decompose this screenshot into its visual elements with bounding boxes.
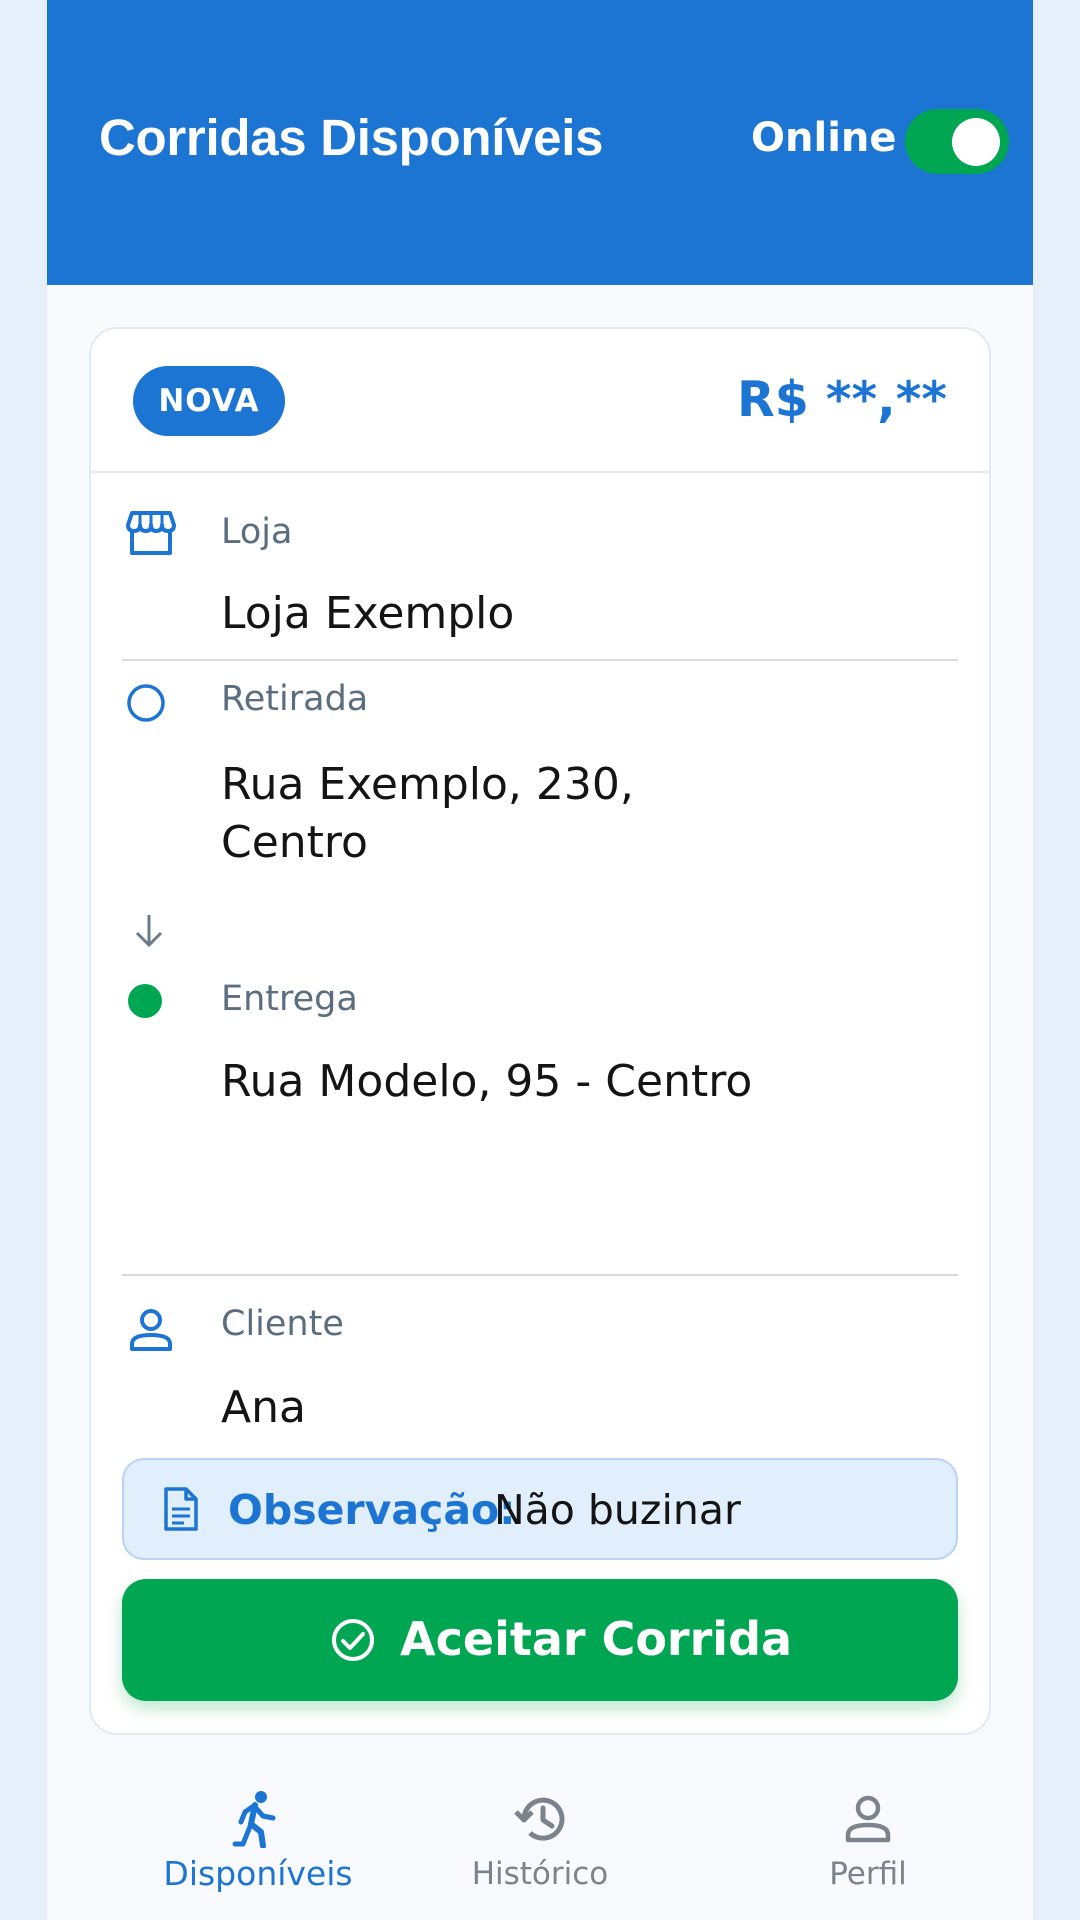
nav-item-perfil[interactable]: Perfil <box>748 1758 988 1920</box>
nav-item-historico[interactable]: Histórico <box>420 1758 660 1920</box>
delivery-address: Rua Modelo, 95 - Centro <box>221 1056 753 1107</box>
pickup-address-line1: Rua Exemplo, 230, <box>221 759 634 810</box>
divider <box>122 659 958 661</box>
store-value: Loja Exemplo <box>221 588 515 639</box>
nav-label-historico: Histórico <box>471 1856 609 1892</box>
new-badge: NOVA <box>133 366 285 436</box>
profile-icon <box>845 1795 891 1843</box>
pickup-circle-icon <box>127 684 165 722</box>
nav-label-perfil: Perfil <box>829 1856 907 1892</box>
client-label: Cliente <box>221 1304 344 1344</box>
app-bar: Corridas Disponíveis Online <box>47 0 1033 285</box>
pickup-address-line2: Centro <box>221 817 368 868</box>
accept-ride-label: Aceitar Corrida <box>400 1612 793 1666</box>
delivery-label: Entrega <box>221 979 358 1019</box>
page-title: Corridas Disponíveis <box>99 109 604 166</box>
phone-screen: Corridas Disponíveis Online NOVA R$ **,*… <box>47 0 1033 1920</box>
ride-price: R$ **,** <box>737 371 947 428</box>
store-icon <box>126 511 176 555</box>
divider <box>122 1274 958 1276</box>
running-person-icon <box>232 1791 276 1848</box>
note-label: Observação: <box>228 1486 516 1534</box>
history-icon <box>514 1797 565 1841</box>
nav-item-disponiveis[interactable]: Disponíveis <box>138 1758 378 1920</box>
bottom-navigation: Disponíveis Histórico Perfil <box>47 1758 1033 1920</box>
arrow-down-icon <box>135 915 163 948</box>
online-status-label: Online <box>751 115 897 161</box>
nav-label-disponiveis: Disponíveis <box>163 1854 353 1893</box>
person-icon <box>130 1309 172 1351</box>
note-box: Observação: Não buzinar <box>122 1458 958 1560</box>
delivery-dot-icon <box>128 984 162 1018</box>
ride-card: NOVA R$ **,** Loja Loja Exemplo Retirada… <box>89 327 991 1735</box>
accept-ride-button[interactable]: Aceitar Corrida <box>122 1579 958 1701</box>
document-icon <box>164 1487 198 1531</box>
toggle-knob <box>952 118 1000 166</box>
store-label: Loja <box>221 512 293 552</box>
ride-card-header: NOVA R$ **,** <box>91 329 989 473</box>
online-toggle[interactable] <box>905 109 1009 174</box>
note-value: Não buzinar <box>494 1486 741 1534</box>
pickup-label: Retirada <box>221 679 369 719</box>
client-name: Ana <box>221 1382 306 1433</box>
check-circle-icon <box>332 1619 374 1661</box>
